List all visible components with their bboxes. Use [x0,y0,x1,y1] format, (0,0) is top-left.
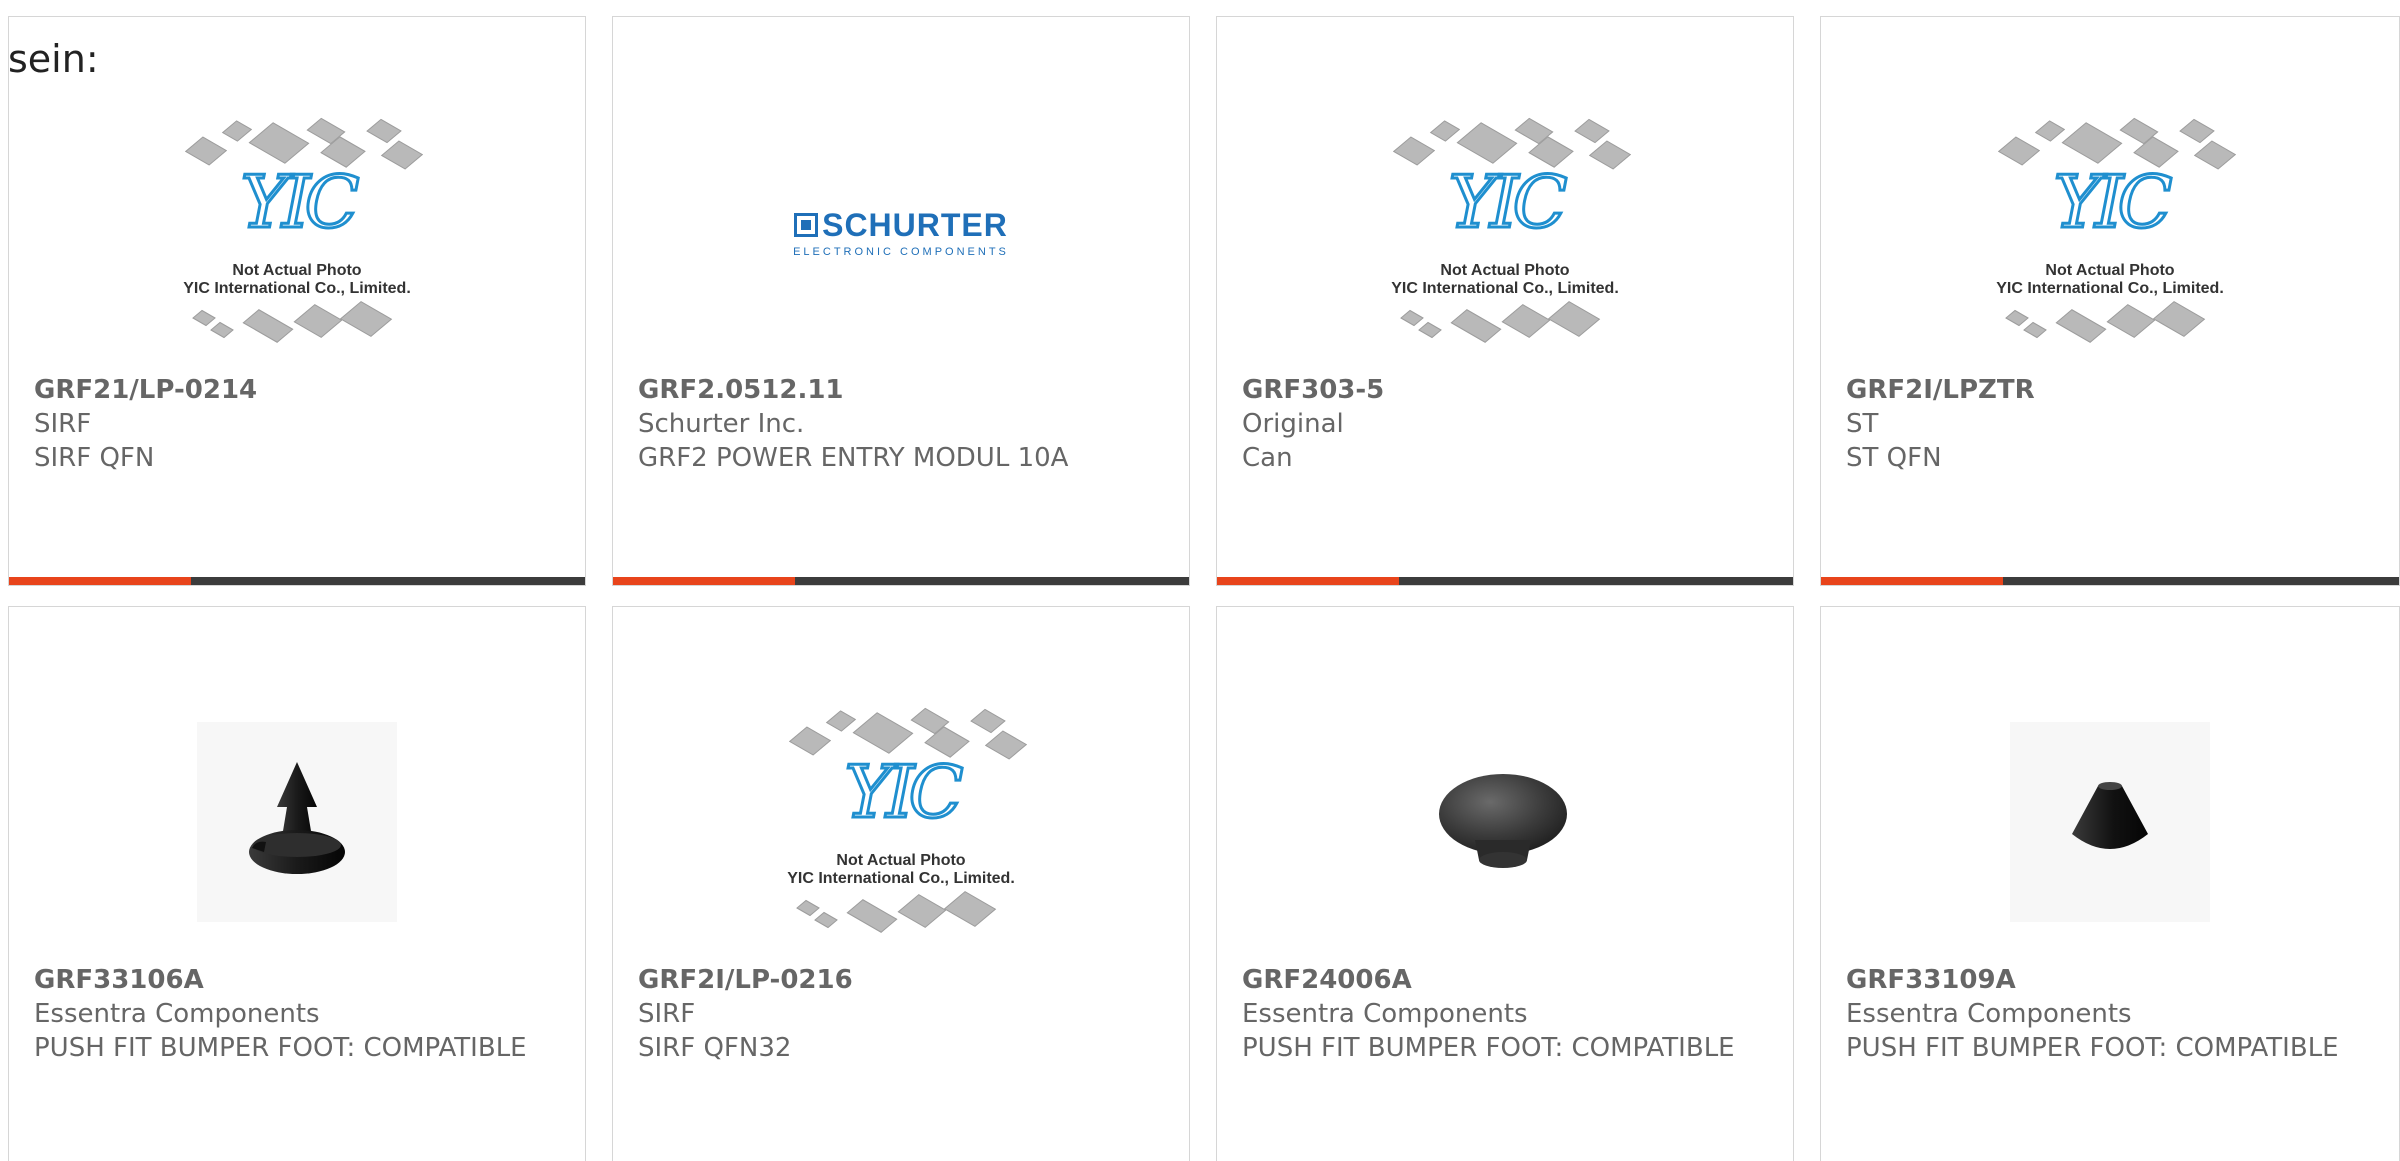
intro-text: sein: [8,37,99,81]
product-info: GRF21/LP-0214 SIRF SIRF QFN [34,373,565,475]
card-bottom-bar [9,577,585,585]
yic-placeholder-image: YIC Not Actual Photo YIC International C… [162,112,432,352]
product-image[interactable] [1821,697,2399,947]
yic-placeholder-image: YIC Not Actual Photo YIC International C… [766,702,1036,942]
manufacturer: Essentra Components [34,999,320,1029]
product-card[interactable]: GRF33106A Essentra Components PUSH FIT B… [8,606,586,1161]
product-image[interactable]: YIC Not Actual Photo YIC International C… [9,107,585,357]
description: PUSH FIT BUMPER FOOT: COMPATIBLE [34,1033,527,1063]
product-info: GRF33109A Essentra Components PUSH FIT B… [1846,963,2379,1065]
yic-logo: YIC [2052,160,2174,244]
description: PUSH FIT BUMPER FOOT: COMPATIBLE [1846,1033,2339,1063]
description: Can [1242,443,1293,473]
product-card[interactable]: GRF33109A Essentra Components PUSH FIT B… [1820,606,2400,1161]
product-image[interactable]: YIC Not Actual Photo YIC International C… [1821,107,2399,357]
product-card[interactable]: YIC Not Actual Photo YIC International C… [1820,16,2400,586]
card-bottom-bar [613,577,1189,585]
product-image[interactable]: YIC Not Actual Photo YIC International C… [1217,107,1793,357]
part-number[interactable]: GRF2I/LP-0216 [638,963,1169,997]
yic-logo: YIC [1447,160,1569,244]
schurter-logo: SCHURTER ELECTRONIC COMPONENTS [793,206,1009,258]
manufacturer: SIRF [638,999,696,1029]
part-number[interactable]: GRF33106A [34,963,565,997]
part-number[interactable]: GRF24006A [1242,963,1773,997]
product-image[interactable] [9,697,585,947]
product-info: GRF33106A Essentra Components PUSH FIT B… [34,963,565,1065]
round-bumper-icon [1439,774,1567,868]
product-card[interactable]: YIC Not Actual Photo YIC International C… [8,16,586,586]
product-info: GRF2I/LP-0216 SIRF SIRF QFN32 [638,963,1169,1065]
description: ST QFN [1846,443,1942,473]
product-info: GRF2.0512.11 Schurter Inc. GRF2 POWER EN… [638,373,1169,475]
product-image[interactable]: YIC Not Actual Photo YIC International C… [613,697,1189,947]
product-image[interactable]: SCHURTER ELECTRONIC COMPONENTS [613,107,1189,357]
part-number[interactable]: GRF303-5 [1242,373,1773,407]
part-number[interactable]: GRF2.0512.11 [638,373,1169,407]
manufacturer: SIRF [34,409,92,439]
product-card[interactable]: SCHURTER ELECTRONIC COMPONENTS GRF2.0512… [612,16,1190,586]
push-fit-bumper-icon [249,762,345,874]
part-number[interactable]: GRF2I/LPZTR [1846,373,2379,407]
manufacturer: Essentra Components [1846,999,2132,1029]
bumper-photo [197,722,397,922]
yic-logo: YIC [843,750,965,834]
manufacturer: Schurter Inc. [638,409,805,439]
part-number[interactable]: GRF21/LP-0214 [34,373,565,407]
yic-placeholder-image: YIC Not Actual Photo YIC International C… [1370,112,1640,352]
product-image[interactable] [1217,697,1793,947]
manufacturer: ST [1846,409,1879,439]
yic-placeholder-image: YIC Not Actual Photo YIC International C… [1975,112,2245,352]
manufacturer: Essentra Components [1242,999,1528,1029]
product-info: GRF24006A Essentra Components PUSH FIT B… [1242,963,1773,1065]
product-grid-page: sein: YIC Not Actual Photo YIC Internati… [0,0,2400,1161]
card-bottom-bar [1217,577,1793,585]
description: SIRF QFN32 [638,1033,792,1063]
bumper-photo [2010,722,2210,922]
product-info: GRF303-5 Original Can [1242,373,1773,475]
yic-logo: YIC [239,160,361,244]
manufacturer: Original [1242,409,1344,439]
product-card[interactable]: GRF24006A Essentra Components PUSH FIT B… [1216,606,1794,1161]
description: SIRF QFN [34,443,155,473]
description: GRF2 POWER ENTRY MODUL 10A [638,443,1069,473]
description: PUSH FIT BUMPER FOOT: COMPATIBLE [1242,1033,1735,1063]
cone-bumper-icon [2072,782,2148,849]
card-bottom-bar [1821,577,2399,585]
product-info: GRF2I/LPZTR ST ST QFN [1846,373,2379,475]
bumper-photo [1405,722,1605,922]
product-card[interactable]: YIC Not Actual Photo YIC International C… [612,606,1190,1161]
part-number[interactable]: GRF33109A [1846,963,2379,997]
product-card[interactable]: YIC Not Actual Photo YIC International C… [1216,16,1794,586]
